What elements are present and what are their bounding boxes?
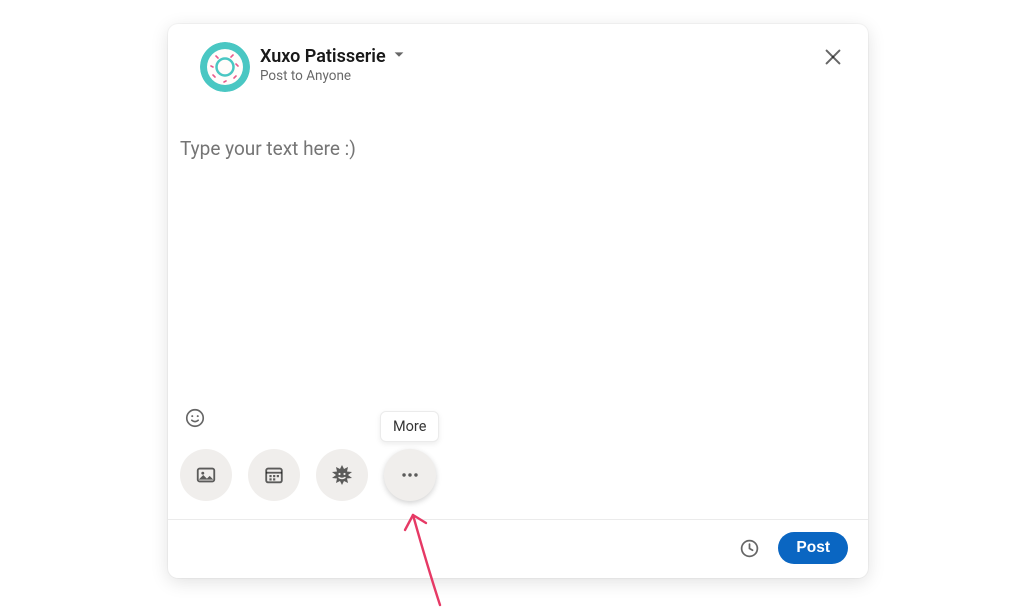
- starburst-icon: [330, 463, 354, 487]
- audience-selector[interactable]: Xuxo Patisserie Post to Anyone: [260, 42, 406, 84]
- close-button[interactable]: [814, 38, 852, 76]
- composer-footer: Post: [168, 519, 868, 578]
- composer-header: Xuxo Patisserie Post to Anyone: [168, 24, 868, 100]
- add-event-button[interactable]: [248, 449, 300, 501]
- post-text-input[interactable]: [168, 100, 868, 403]
- media-toolbar: More: [168, 443, 868, 519]
- clock-icon: [739, 538, 760, 559]
- emoji-icon: [184, 407, 206, 429]
- more-icon: [399, 464, 421, 486]
- avatar: [200, 42, 250, 92]
- celebrate-button[interactable]: [316, 449, 368, 501]
- schedule-button[interactable]: [734, 533, 764, 563]
- post-composer-modal: Xuxo Patisserie Post to Anyone More: [168, 24, 868, 578]
- emoji-button[interactable]: [180, 403, 210, 433]
- post-button[interactable]: Post: [778, 532, 848, 564]
- calendar-icon: [263, 464, 285, 486]
- more-tooltip: More: [380, 411, 439, 442]
- user-name: Xuxo Patisserie: [260, 46, 386, 67]
- audience-label: Post to Anyone: [260, 68, 406, 84]
- add-media-button[interactable]: [180, 449, 232, 501]
- image-icon: [195, 464, 217, 486]
- more-button[interactable]: [384, 449, 436, 501]
- chevron-down-icon: [392, 47, 406, 66]
- close-icon: [822, 46, 844, 68]
